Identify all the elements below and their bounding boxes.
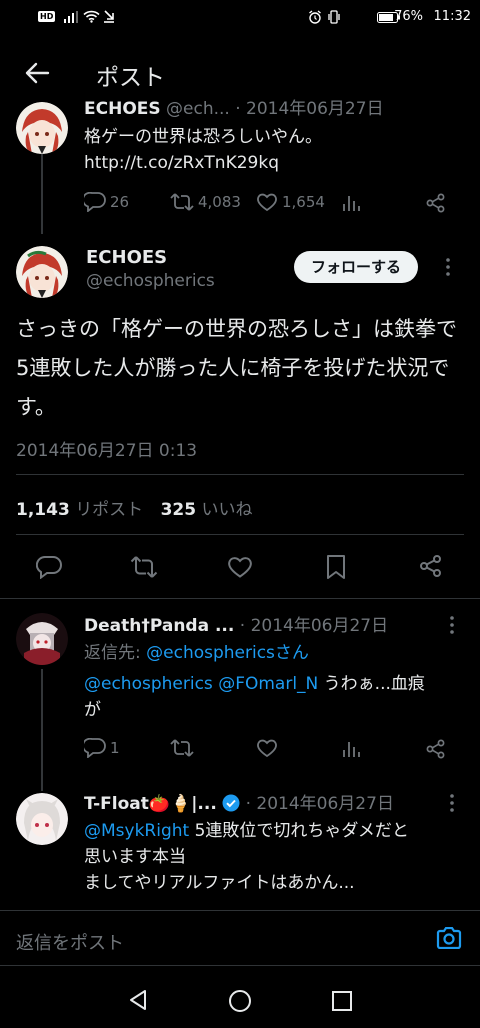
tweet-text: @echospherics @FOmarl_N うわぁ...血痕 が bbox=[84, 671, 464, 723]
tweet-text-part: ましてやリアルファイトはあかん... bbox=[84, 873, 355, 893]
share-icon[interactable] bbox=[426, 739, 446, 759]
retweet-icon[interactable] bbox=[170, 738, 194, 758]
avatar[interactable] bbox=[16, 102, 68, 154]
reply-to: 返信先: @echosphericsさん bbox=[84, 640, 309, 666]
page-title: ポスト bbox=[96, 65, 165, 91]
author-handle[interactable]: @echospherics bbox=[86, 271, 215, 291]
heart-icon bbox=[256, 192, 278, 212]
avatar[interactable] bbox=[16, 246, 68, 298]
divider bbox=[16, 474, 464, 475]
mention[interactable]: @MsykRight bbox=[84, 821, 189, 841]
back-triangle-icon[interactable] bbox=[128, 989, 148, 1011]
views-icon[interactable] bbox=[342, 740, 362, 758]
tweet-actions: 26 4,083 1,654 bbox=[84, 192, 464, 216]
retweet-action[interactable]: 4,083 bbox=[170, 192, 241, 212]
author-name[interactable]: ECHOES bbox=[84, 99, 161, 119]
avatar[interactable] bbox=[16, 793, 68, 845]
engagement-stats: 1,143 リポスト 325 いいね bbox=[16, 495, 253, 520]
more-options-icon[interactable] bbox=[450, 616, 454, 634]
mention[interactable]: @FOmarl_N bbox=[218, 674, 318, 694]
author-handle[interactable]: @ech... bbox=[166, 99, 230, 119]
more-options-icon[interactable] bbox=[450, 794, 454, 812]
share-icon[interactable] bbox=[426, 193, 446, 213]
like-count: 1,654 bbox=[282, 193, 325, 211]
signal-icon bbox=[64, 11, 78, 23]
thread-line bbox=[41, 152, 43, 234]
tweet-timestamp[interactable]: 2014年06月27日 0:13 bbox=[16, 436, 197, 461]
retweet-count: 4,083 bbox=[198, 193, 241, 211]
verified-badge-icon bbox=[222, 794, 240, 812]
system-nav-bar bbox=[0, 966, 480, 1028]
wifi-icon bbox=[83, 10, 100, 23]
recents-square-icon[interactable] bbox=[331, 990, 353, 1012]
reposts-count[interactable]: 1,143 bbox=[16, 500, 70, 520]
hd-badge: HD bbox=[38, 11, 56, 22]
reply-icon bbox=[84, 738, 106, 758]
tweet-text-part: 思います本当 bbox=[84, 847, 186, 867]
alarm-icon bbox=[308, 10, 322, 24]
reply-icon bbox=[84, 192, 106, 212]
views-icon[interactable] bbox=[342, 194, 362, 212]
retweet-icon[interactable] bbox=[130, 555, 158, 579]
camera-icon[interactable] bbox=[436, 927, 462, 949]
tweet-text-part: 5連敗位で切れちゃダメだと bbox=[189, 821, 409, 841]
likes-count[interactable]: 325 bbox=[161, 500, 197, 520]
tweet-text: さっきの「格ゲーの世界の恐ろしさ」は鉄拳で5連敗した人が勝った人に椅子を投げた状… bbox=[16, 317, 457, 419]
reply-to-handle[interactable]: @echosphericsさん bbox=[146, 643, 309, 663]
reply-tweet[interactable]: Death†Panda ... · 2014年06月27日 返信先: @echo… bbox=[0, 599, 480, 791]
thread-line bbox=[41, 669, 43, 791]
main-tweet-actions bbox=[0, 534, 480, 598]
likes-label[interactable]: いいね bbox=[202, 500, 253, 520]
reply-composer[interactable]: 返信をポスト bbox=[0, 910, 480, 966]
heart-icon[interactable] bbox=[256, 738, 278, 758]
download-icon bbox=[103, 10, 115, 23]
reply-count: 1 bbox=[110, 739, 120, 757]
author-name[interactable]: Death†Panda ... bbox=[84, 616, 234, 636]
back-arrow-icon[interactable] bbox=[24, 61, 50, 85]
status-bar: HD 76% 11:32 bbox=[0, 0, 480, 36]
reply-count: 26 bbox=[110, 193, 130, 211]
heart-icon[interactable] bbox=[227, 555, 253, 579]
follow-button[interactable]: フォローする bbox=[294, 251, 419, 283]
tweet-actions: 1 bbox=[84, 738, 464, 762]
reply-tweet[interactable]: T-Float🍅🍦|... · 2014年06月27日 @MsykRight 5… bbox=[0, 779, 480, 910]
retweet-icon bbox=[170, 192, 194, 212]
home-circle-icon[interactable] bbox=[228, 989, 252, 1013]
like-action[interactable]: 1,654 bbox=[256, 192, 325, 212]
tweet-text-part: が bbox=[84, 700, 101, 720]
reply-icon[interactable] bbox=[36, 555, 62, 579]
vibrate-icon bbox=[327, 10, 341, 24]
tweet-date[interactable]: · 2014年06月27日 bbox=[235, 99, 383, 119]
clock: 11:32 bbox=[433, 9, 471, 24]
reply-action[interactable]: 1 bbox=[84, 738, 120, 758]
tweet-text: @MsykRight 5連敗位で切れちゃダメだと 思います本当 ましてやリアルフ… bbox=[84, 818, 474, 896]
tweet-link[interactable]: http://t.co/zRxTnK29kq bbox=[84, 150, 279, 176]
top-app-bar: ポスト bbox=[0, 52, 480, 96]
share-icon[interactable] bbox=[419, 554, 443, 578]
tweet-date[interactable]: · 2014年06月27日 bbox=[246, 794, 394, 814]
reposts-label[interactable]: リポスト bbox=[75, 500, 143, 520]
bookmark-icon[interactable] bbox=[325, 554, 347, 580]
more-options-icon[interactable] bbox=[446, 258, 450, 276]
avatar[interactable] bbox=[16, 613, 68, 665]
tweet-date[interactable]: · 2014年06月27日 bbox=[240, 616, 388, 636]
author-name[interactable]: ECHOES bbox=[86, 247, 167, 268]
parent-tweet[interactable]: ECHOES @ech... · 2014年06月27日 格ゲーの世界は恐ろしい… bbox=[0, 96, 480, 234]
reply-input[interactable]: 返信をポスト bbox=[16, 929, 124, 955]
reply-to-prefix: 返信先: bbox=[84, 643, 147, 663]
author-name[interactable]: T-Float🍅🍦|... bbox=[84, 794, 217, 814]
tweet-text: 格ゲーの世界は恐ろしいやん。 bbox=[84, 127, 322, 147]
tweet-text-part: うわぁ...血痕 bbox=[318, 674, 425, 694]
battery-icon bbox=[377, 12, 401, 23]
mention[interactable]: @echospherics bbox=[84, 674, 213, 694]
reply-action[interactable]: 26 bbox=[84, 192, 129, 212]
